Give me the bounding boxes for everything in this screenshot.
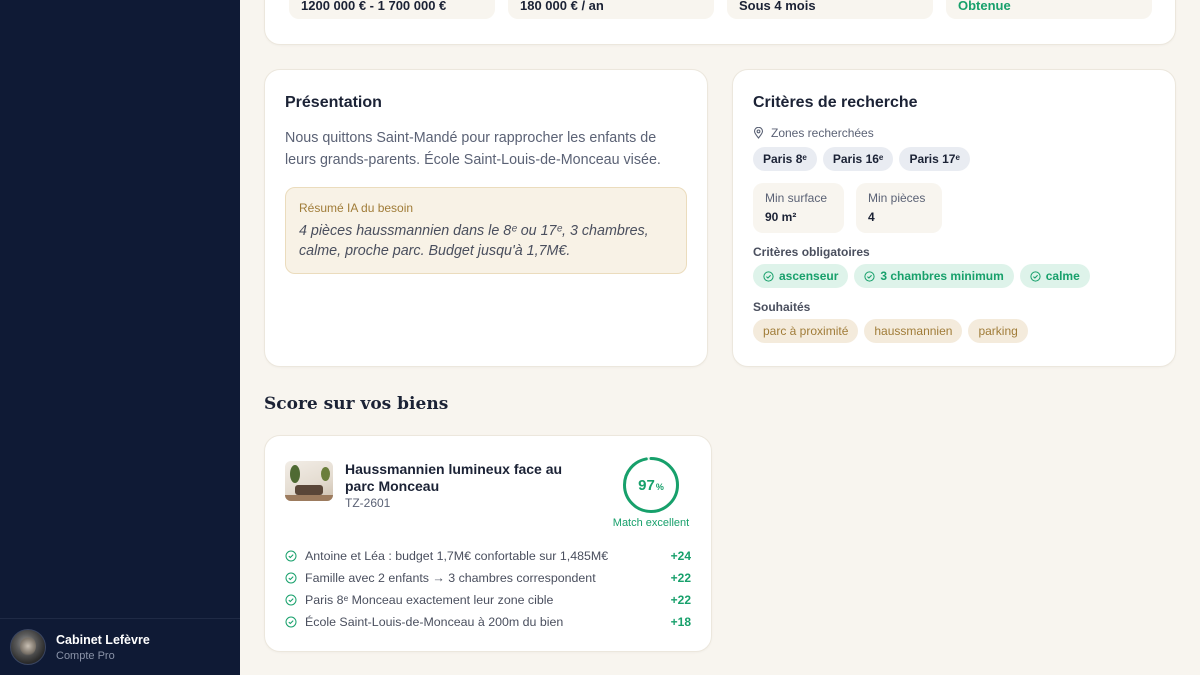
- match-label: Match excellent: [612, 517, 690, 529]
- wishes-label: Souhaités: [753, 300, 811, 314]
- property-info: Haussmannien lumineux face au parc Monce…: [345, 461, 585, 510]
- budget-stat: 1200 000 € - 1 700 000 €: [289, 0, 495, 19]
- sidebar: Cabinet Lefèvre Compte Pro: [0, 0, 240, 675]
- min-rooms-box: Min pièces 4: [856, 183, 942, 233]
- score-reason-text: Paris 8ᵉ Monceau exactement leur zone ci…: [305, 593, 554, 607]
- account-plan: Compte Pro: [56, 649, 115, 662]
- ai-summary-label: Résumé IA du besoin: [299, 201, 414, 215]
- score-reason-points: +22: [670, 571, 691, 585]
- presentation-text: Nous quittons Saint-Mandé pour rapproche…: [285, 130, 661, 168]
- account-name: Cabinet Lefèvre: [56, 632, 150, 647]
- score-reason-points: +24: [670, 549, 691, 563]
- avatar: [10, 629, 46, 665]
- score-reasons: Antoine et Léa : budget 1,7M€ confortabl…: [285, 545, 691, 633]
- timeline-stat: Sous 4 mois: [727, 0, 933, 19]
- check-circle-icon: [763, 270, 774, 282]
- score-reason: Famille avec 2 enfants → 3 chambres corr…: [285, 567, 691, 589]
- account-info: Cabinet Lefèvre Compte Pro: [56, 633, 150, 662]
- zones-list: Paris 8ᵉ Paris 16ᵉ Paris 17ᵉ: [753, 147, 1155, 171]
- min-rooms-value: 4: [868, 210, 875, 224]
- score-reason-points: +22: [670, 593, 691, 607]
- required-list: ascenseur 3 chambres minimum calme: [753, 264, 1155, 288]
- check-circle-icon: [864, 270, 875, 282]
- check-circle-icon: [285, 616, 297, 628]
- zone-chip[interactable]: Paris 16ᵉ: [822, 147, 894, 171]
- wishes-list: parc à proximité haussmannien parking: [753, 319, 1155, 343]
- match-score: 97% Match excellent: [609, 457, 693, 529]
- score-unit: %: [655, 482, 664, 492]
- score-reason: École Saint-Louis-de-Monceau à 200m du b…: [285, 611, 691, 633]
- min-surface-box: Min surface 90 m²: [753, 183, 844, 233]
- property-ref: TZ-2601: [345, 496, 391, 510]
- wish-chip[interactable]: haussmannien: [864, 319, 963, 343]
- required-chip[interactable]: calme: [1019, 264, 1090, 288]
- required-chip[interactable]: 3 chambres minimum: [854, 264, 1014, 288]
- check-circle-icon: [285, 594, 297, 606]
- score-number: 97: [638, 476, 655, 494]
- property-header: Haussmannien lumineux face au parc Monce…: [285, 457, 693, 529]
- check-circle-icon: [1030, 270, 1041, 282]
- score-reason-text: Famille avec 2 enfants → 3 chambres corr…: [305, 571, 596, 585]
- criteria-card: Critères de recherche Zones recherchées …: [732, 69, 1176, 367]
- zone-chip[interactable]: Paris 17ᵉ: [899, 147, 970, 171]
- financing-stat: Obtenue: [946, 0, 1152, 19]
- zone-chip[interactable]: Paris 8ᵉ: [753, 147, 817, 171]
- min-surface-value: 90 m²: [765, 210, 797, 224]
- property-name[interactable]: Haussmannien lumineux face au parc Monce…: [345, 461, 585, 495]
- required-chip-label: ascenseur: [779, 269, 839, 283]
- map-pin-icon: [753, 127, 764, 139]
- required-chip-label: calme: [1045, 269, 1080, 283]
- score-reason: Antoine et Léa : budget 1,7M€ confortabl…: [285, 545, 691, 567]
- income-stat: 180 000 € / an: [508, 0, 714, 19]
- score-value: 97%: [622, 456, 680, 514]
- check-circle-icon: [285, 572, 297, 584]
- score-reason: Paris 8ᵉ Monceau exactement leur zone ci…: [285, 589, 691, 611]
- required-label: Critères obligatoires: [753, 245, 870, 259]
- required-chip-label: 3 chambres minimum: [880, 269, 1004, 283]
- score-reason-text: Antoine et Léa : budget 1,7M€ confortabl…: [305, 549, 609, 563]
- zones-label: Zones recherchées: [753, 126, 1155, 140]
- wish-chip[interactable]: parking: [968, 319, 1028, 343]
- check-circle-icon: [285, 550, 297, 562]
- required-chip[interactable]: ascenseur: [753, 264, 849, 288]
- account-menu[interactable]: Cabinet Lefèvre Compte Pro: [0, 618, 240, 675]
- minimums: Min surface 90 m² Min pièces 4: [753, 183, 1155, 233]
- ai-summary-box: Résumé IA du besoin 4 pièces haussmannie…: [285, 187, 687, 274]
- ai-summary-text: 4 pièces haussmannien dans le 8ᵉ ou 17ᵉ,…: [299, 223, 649, 259]
- score-reason-text: École Saint-Louis-de-Monceau à 200m du b…: [305, 615, 564, 629]
- criteria-title: Critères de recherche: [753, 94, 918, 111]
- min-rooms-label: Min pièces: [868, 191, 926, 205]
- score-section-title: Score sur vos biens: [264, 394, 449, 414]
- zones-label-text: Zones recherchées: [771, 126, 874, 140]
- presentation-card: Présentation Nous quittons Saint-Mandé p…: [264, 69, 708, 367]
- property-score-card[interactable]: Haussmannien lumineux face au parc Monce…: [264, 435, 712, 652]
- summary-card: 1200 000 € - 1 700 000 € 180 000 € / an …: [264, 0, 1176, 45]
- min-surface-label: Min surface: [765, 191, 828, 205]
- presentation-title: Présentation: [285, 94, 382, 111]
- score-ring: 97%: [622, 456, 680, 514]
- property-thumbnail[interactable]: [285, 461, 333, 501]
- score-reason-points: +18: [670, 615, 691, 629]
- wish-chip[interactable]: parc à proximité: [753, 319, 859, 343]
